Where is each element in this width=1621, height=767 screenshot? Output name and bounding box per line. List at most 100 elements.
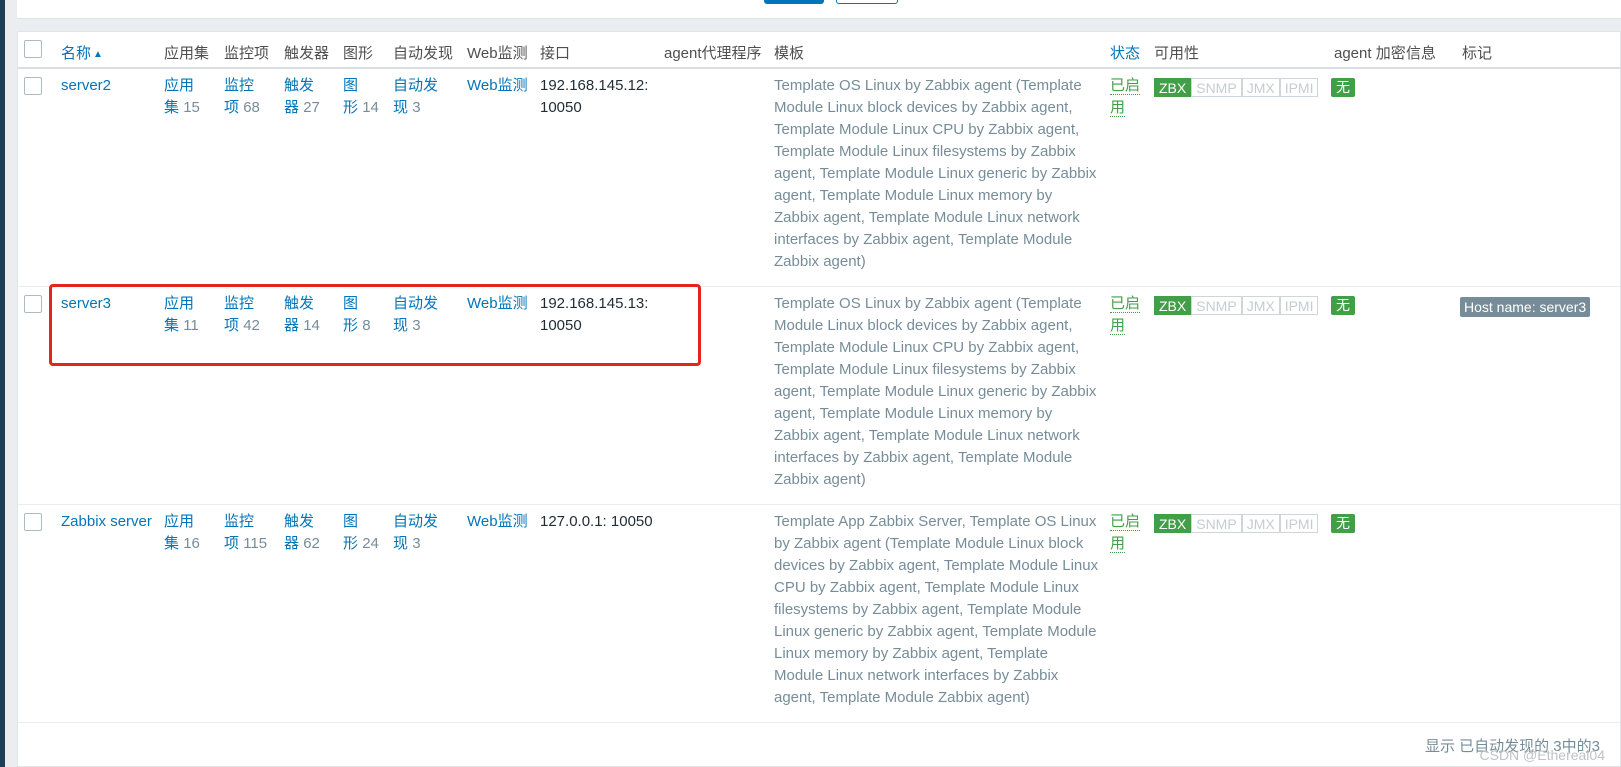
graphs-label-2: 形 — [343, 535, 359, 552]
status-enabled-link[interactable]: 已启用 — [1110, 293, 1141, 337]
template-line[interactable]: devices by Zabbix agent, Template Module… — [774, 555, 1114, 577]
jmx-availability-badge: JMX — [1241, 514, 1280, 533]
graphs-link[interactable]: 图形 24 — [343, 511, 379, 555]
header-web: Web监测 — [467, 45, 528, 62]
header-status[interactable]: 状态 — [1110, 42, 1140, 63]
template-line[interactable]: Zabbix agent, Template Module Linux netw… — [774, 207, 1114, 229]
template-line[interactable]: agent, Template Module Linux generic by … — [774, 381, 1114, 403]
items-label: 监控 — [224, 513, 255, 530]
header-discovery: 自动发现 — [393, 45, 454, 62]
header-info: 信息 — [1406, 45, 1437, 62]
ipmi-availability-badge: IPMI — [1279, 296, 1319, 315]
discovery-link[interactable]: 自动发现 3 — [393, 511, 438, 555]
applications-link[interactable]: 应用集 16 — [164, 511, 200, 555]
availability-badges: ZBX SNMP JMX IPMI — [1154, 296, 1319, 315]
template-line[interactable]: Template App Zabbix Server, Template OS … — [774, 511, 1114, 533]
status-enabled-link[interactable]: 已启用 — [1110, 75, 1141, 119]
select-all-checkbox[interactable] — [24, 40, 42, 58]
templates-list[interactable]: Template App Zabbix Server, Template OS … — [774, 511, 1114, 709]
template-line[interactable]: Linux memory by Zabbix agent, Template — [774, 643, 1114, 665]
filter-panel-bottom — [17, 0, 1621, 19]
header-proxy: agent代理程序 — [664, 45, 762, 62]
web-link[interactable]: Web监测 — [467, 511, 528, 533]
availability-badges: ZBX SNMP JMX IPMI — [1154, 78, 1319, 97]
interface-line-2: 10050 — [540, 99, 582, 116]
template-line[interactable]: Template Module Linux CPU by Zabbix agen… — [774, 337, 1114, 359]
template-line[interactable]: filesystems by Zabbix agent, Template Mo… — [774, 599, 1114, 621]
template-line[interactable]: Template OS Linux by Zabbix agent (Templ… — [774, 293, 1114, 315]
template-line[interactable]: Zabbix agent, Template Module Linux netw… — [774, 425, 1114, 447]
template-line[interactable]: Zabbix agent) — [774, 469, 1114, 491]
template-line[interactable]: Template Module Linux CPU by Zabbix agen… — [774, 119, 1114, 141]
status-label: 已启 — [1110, 513, 1141, 531]
template-line[interactable]: interfaces by Zabbix agent, Template Mod… — [774, 447, 1114, 469]
applications-link[interactable]: 应用集 15 — [164, 75, 200, 119]
header-items: 监控项 — [224, 45, 270, 62]
header-applications: 应用集 — [164, 45, 210, 62]
triggers-link[interactable]: 触发器 62 — [284, 511, 320, 555]
template-line[interactable]: agent, Template Module Zabbix agent) — [774, 687, 1114, 709]
table-header: 名称 ▲ 应用集 监控项 触发器 图形 自动发现 Web监测 接口 agent代理… — [18, 32, 1620, 69]
status-enabled-link[interactable]: 已启用 — [1110, 511, 1141, 555]
applications-count: 15 — [183, 99, 200, 116]
discovery-label-2: 现 — [393, 99, 409, 116]
table-row: server2 应用集 15 监控项 68 触发器 27 图形 14 自动发现 … — [18, 69, 1620, 287]
template-line[interactable]: Template OS Linux by Zabbix agent (Templ… — [774, 75, 1114, 97]
template-line[interactable]: by Zabbix agent (Template Module Linux b… — [774, 533, 1114, 555]
jmx-availability-badge: JMX — [1241, 296, 1280, 315]
encryption-badge: 无 — [1331, 296, 1355, 315]
template-line[interactable]: CPU by Zabbix agent, Template Module Lin… — [774, 577, 1114, 599]
items-count: 68 — [243, 99, 260, 116]
template-line[interactable]: Template Module Linux filesystems by Zab… — [774, 141, 1114, 163]
availability-badges: ZBX SNMP JMX IPMI — [1154, 514, 1319, 533]
discovery-label-2: 现 — [393, 535, 409, 552]
header-templates: 模板 — [774, 45, 805, 62]
graphs-count: 24 — [362, 535, 379, 552]
header-triggers: 触发器 — [284, 45, 330, 62]
applications-label-2: 集 — [164, 535, 180, 552]
template-line[interactable]: Module Linux block devices by Zabbix age… — [774, 315, 1114, 337]
snmp-availability-badge: SNMP — [1191, 78, 1242, 97]
triggers-count: 27 — [303, 99, 320, 116]
interface-line-1: 127.0.0.1: 10050 — [540, 513, 653, 530]
graphs-label: 图 — [343, 513, 359, 530]
row-checkbox[interactable] — [24, 513, 42, 531]
row-checkbox[interactable] — [24, 77, 42, 95]
applications-label: 应用 — [164, 77, 195, 94]
reset-button[interactable] — [836, 0, 898, 4]
web-link[interactable]: Web监测 — [467, 75, 528, 97]
template-line[interactable]: interfaces by Zabbix agent, Template Mod… — [774, 229, 1114, 251]
zbx-availability-badge: ZBX — [1154, 514, 1192, 533]
ipmi-availability-badge: IPMI — [1279, 514, 1319, 533]
status-label-2: 用 — [1110, 535, 1126, 553]
template-line[interactable]: Zabbix agent) — [774, 251, 1114, 273]
items-label: 监控 — [224, 77, 255, 94]
zbx-availability-badge: ZBX — [1154, 296, 1192, 315]
header-encryption: agent 加密 — [1334, 45, 1406, 62]
header-name[interactable]: 名称 ▲ — [61, 42, 103, 63]
graphs-label-2: 形 — [343, 99, 359, 116]
discovery-link[interactable]: 自动发现 3 — [393, 75, 438, 119]
apply-button[interactable] — [764, 0, 824, 4]
templates-list[interactable]: Template OS Linux by Zabbix agent (Templ… — [774, 293, 1114, 491]
items-label-2: 项 — [224, 99, 240, 116]
graphs-link[interactable]: 图形 14 — [343, 75, 379, 119]
host-name-link[interactable]: server2 — [61, 75, 111, 97]
header-interface: 接口 — [540, 45, 571, 62]
template-line[interactable]: Linux generic by Zabbix agent, Template … — [774, 621, 1114, 643]
items-link[interactable]: 监控项 68 — [224, 75, 260, 119]
triggers-link[interactable]: 触发器 27 — [284, 75, 320, 119]
items-link[interactable]: 监控项 115 — [224, 511, 267, 555]
interface-line-1: 192.168.145.12: — [540, 77, 649, 94]
template-line[interactable]: Module Linux network interfaces by Zabbi… — [774, 665, 1114, 687]
interface-address: 127.0.0.1: 10050 — [540, 511, 653, 533]
template-line[interactable]: Template Module Linux filesystems by Zab… — [774, 359, 1114, 381]
template-line[interactable]: agent, Template Module Linux generic by … — [774, 163, 1114, 185]
templates-list[interactable]: Template OS Linux by Zabbix agent (Templ… — [774, 75, 1114, 273]
items-label-2: 项 — [224, 535, 240, 552]
template-line[interactable]: Module Linux block devices by Zabbix age… — [774, 97, 1114, 119]
host-name-link[interactable]: Zabbix server — [61, 511, 152, 533]
template-line[interactable]: agent, Template Module Linux memory by — [774, 403, 1114, 425]
row-checkbox[interactable] — [24, 295, 42, 313]
template-line[interactable]: agent, Template Module Linux memory by — [774, 185, 1114, 207]
